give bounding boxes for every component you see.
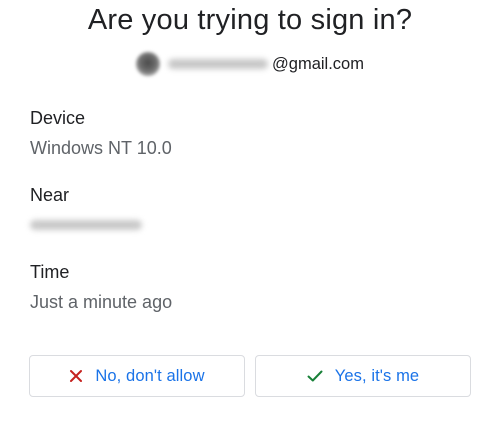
- account-identifier: @gmail.com: [0, 50, 500, 78]
- sign-in-prompt: Are you trying to sign in? @gmail.com De…: [0, 0, 500, 421]
- account-email-domain: @gmail.com: [272, 54, 364, 73]
- time-value: Just a minute ago: [30, 292, 173, 312]
- time-label: Time: [30, 262, 70, 282]
- check-icon: [307, 369, 323, 383]
- close-icon: [69, 369, 83, 383]
- location-section: Near: [30, 184, 142, 230]
- device-label: Device: [30, 108, 86, 128]
- avatar: [136, 52, 161, 76]
- allow-button-label: Yes, it's me: [334, 366, 420, 385]
- deny-button-label: No, don't allow: [95, 366, 205, 385]
- allow-button[interactable]: Yes, it's me: [255, 355, 471, 397]
- page-title: Are you trying to sign in?: [87, 4, 413, 36]
- time-section: Time Just a minute ago: [30, 261, 172, 313]
- deny-button[interactable]: No, don't allow: [29, 355, 245, 397]
- redacted-username: [168, 59, 269, 69]
- device-section: Device Windows NT 10.0: [30, 107, 172, 159]
- device-value: Windows NT 10.0: [30, 138, 172, 158]
- redacted-location: [30, 220, 142, 230]
- near-label: Near: [30, 185, 70, 205]
